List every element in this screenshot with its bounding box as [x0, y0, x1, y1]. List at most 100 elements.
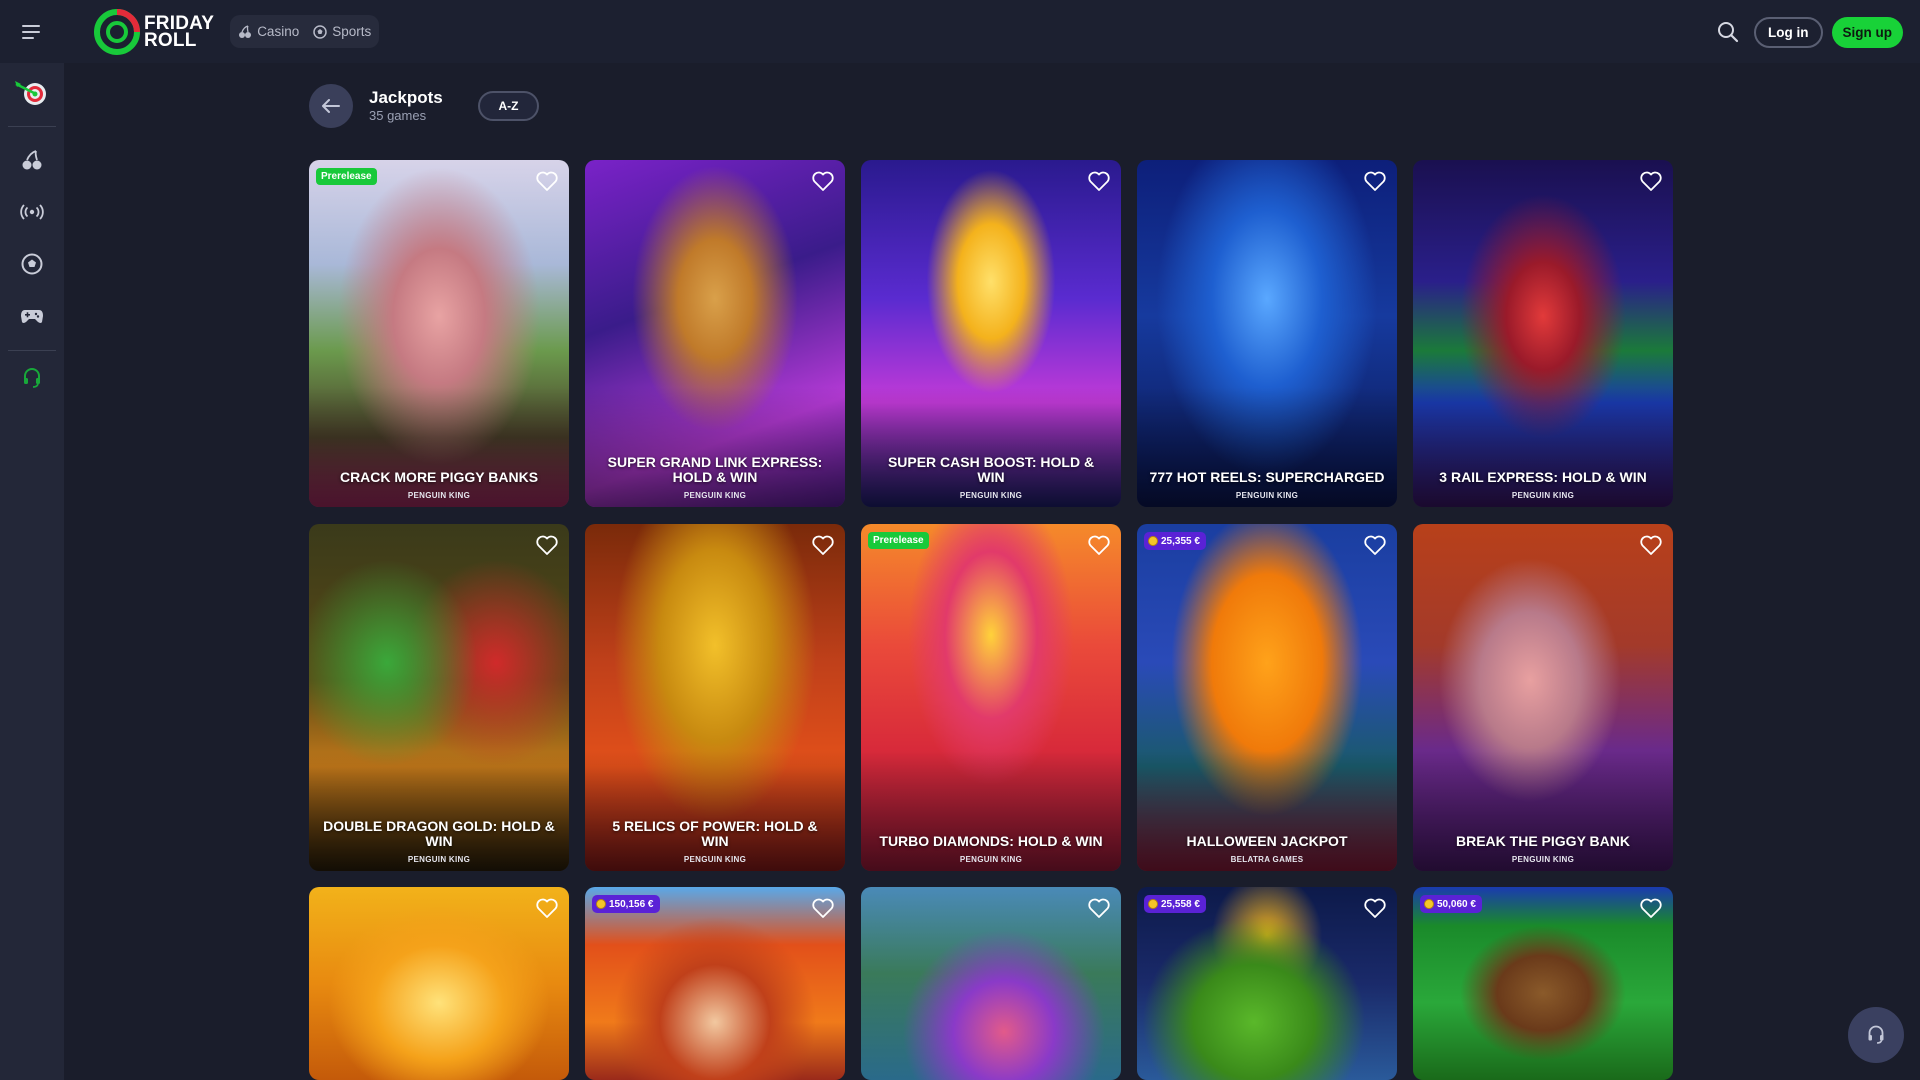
heart-icon[interactable]	[1639, 897, 1663, 919]
jackpot-amount: 25,558 €	[1161, 898, 1200, 910]
coin-icon	[596, 899, 606, 909]
game-artwork	[1413, 887, 1673, 1080]
heart-icon[interactable]	[1363, 534, 1387, 556]
heart-icon[interactable]	[1087, 897, 1111, 919]
jackpot-badge: 50,060 €	[1420, 895, 1482, 913]
support-chat-button[interactable]	[1848, 1007, 1904, 1063]
heart-icon[interactable]	[1087, 170, 1111, 192]
game-provider: PENGUIN KING	[407, 855, 471, 864]
sidebar-item-casino[interactable]	[0, 138, 64, 182]
game-provider: PENGUIN KING	[683, 855, 747, 864]
sidebar-item-home[interactable]	[0, 72, 64, 116]
heart-icon[interactable]	[811, 897, 835, 919]
page-title: Jackpots	[369, 88, 443, 107]
sidebar-item-games[interactable]	[0, 294, 64, 338]
game-title: CRACK MORE PIGGY BANKS	[339, 469, 539, 485]
game-card[interactable]: Prerelease CRACK MORE PIGGY BANKS PENGUI…	[309, 160, 569, 507]
game-provider: PENGUIN KING	[1511, 855, 1575, 864]
game-card[interactable]	[309, 887, 569, 1080]
card-shade	[1413, 751, 1673, 871]
heart-icon[interactable]	[811, 170, 835, 192]
card-shade	[1413, 387, 1673, 507]
game-title: SUPER GRAND LINK EXPRESS: HOLD & WIN	[607, 454, 823, 485]
coin-icon	[1424, 899, 1434, 909]
tab-sports[interactable]: Sports	[313, 24, 371, 39]
football-icon	[21, 253, 43, 275]
back-button[interactable]	[309, 84, 353, 128]
card-shade	[861, 751, 1121, 871]
game-card[interactable]: 3 RAIL EXPRESS: HOLD & WIN PENGUIN KING	[1413, 160, 1673, 507]
heart-icon[interactable]	[535, 170, 559, 192]
product-tabs: Casino Sports	[230, 15, 380, 48]
game-provider: PENGUIN KING	[1511, 491, 1575, 500]
jackpot-amount: 25,355 €	[1161, 535, 1200, 547]
game-card[interactable]: 777 HOT REELS: SUPERCHARGED PENGUIN KING	[1137, 160, 1397, 507]
sidebar-item-support[interactable]	[0, 356, 64, 400]
brand-logo[interactable]: FRIDAY ROLL	[94, 8, 215, 55]
top-bar: FRIDAY ROLL Casino Sports Log in Sign up	[0, 0, 1920, 63]
game-provider: PENGUIN KING	[959, 855, 1023, 864]
cherries-icon	[22, 150, 42, 170]
game-card[interactable]: 25,558 €	[1137, 887, 1397, 1080]
sidebar-divider	[8, 350, 56, 351]
game-title: 777 HOT REELS: SUPERCHARGED	[1149, 469, 1385, 485]
coin-icon	[1148, 899, 1158, 909]
search-button[interactable]	[1711, 15, 1745, 49]
heart-icon[interactable]	[1363, 170, 1387, 192]
sidebar	[0, 63, 64, 1080]
game-card[interactable]: BREAK THE PIGGY BANK PENGUIN KING	[1413, 524, 1673, 871]
sort-button[interactable]: A-Z	[478, 91, 539, 121]
jackpot-badge: 150,156 €	[592, 895, 660, 913]
cherries-icon	[239, 24, 252, 38]
prerelease-badge: Prerelease	[316, 168, 377, 185]
game-artwork	[861, 887, 1121, 1080]
jackpot-amount: 50,060 €	[1437, 898, 1476, 910]
heart-icon[interactable]	[535, 897, 559, 919]
game-provider: PENGUIN KING	[407, 491, 471, 500]
sidebar-item-sports[interactable]	[0, 242, 64, 286]
game-title: BREAK THE PIGGY BANK	[1456, 833, 1630, 849]
account-actions: Log in Sign up	[1711, 15, 1903, 49]
game-provider: PENGUIN KING	[1235, 491, 1299, 500]
game-title: 3 RAIL EXPRESS: HOLD & WIN	[1439, 469, 1647, 485]
game-card[interactable]: 25,355 € HALLOWEEN JACKPOT BELATRA GAMES	[1137, 524, 1397, 871]
game-card[interactable]: 50,060 €	[1413, 887, 1673, 1080]
game-card[interactable]	[861, 887, 1121, 1080]
card-shade	[309, 751, 569, 871]
heart-icon[interactable]	[535, 534, 559, 556]
heart-icon[interactable]	[1639, 534, 1663, 556]
sidebar-divider	[8, 126, 56, 127]
heart-icon[interactable]	[811, 534, 835, 556]
game-title: 5 RELICS OF POWER: HOLD & WIN	[612, 818, 818, 849]
gamepad-icon	[21, 310, 43, 323]
game-card[interactable]: Prerelease TURBO DIAMONDS: HOLD & WIN PE…	[861, 524, 1121, 871]
hamburger-icon	[22, 24, 40, 39]
signup-button[interactable]: Sign up	[1831, 16, 1903, 48]
brand-name: FRIDAY ROLL	[144, 12, 215, 50]
menu-button[interactable]	[0, 0, 64, 63]
heart-icon[interactable]	[1087, 534, 1111, 556]
tab-casino[interactable]: Casino	[238, 24, 299, 39]
game-card[interactable]: DOUBLE DRAGON GOLD: HOLD & WIN PENGUIN K…	[309, 524, 569, 871]
heart-icon[interactable]	[1363, 897, 1387, 919]
jackpot-badge: 25,558 €	[1144, 895, 1206, 913]
game-title: SUPER CASH BOOST: HOLD & WIN	[887, 454, 1095, 485]
dart-board-icon	[15, 81, 46, 105]
game-card[interactable]: SUPER CASH BOOST: HOLD & WIN PENGUIN KIN…	[861, 160, 1121, 507]
heart-icon[interactable]	[1639, 170, 1663, 192]
jackpot-amount: 150,156 €	[609, 898, 654, 910]
game-count: 35 games	[369, 108, 427, 123]
sidebar-item-live[interactable]	[0, 190, 64, 234]
brand-line-1: FRIDAY	[144, 12, 215, 34]
football-icon	[313, 24, 327, 39]
game-artwork	[1137, 887, 1397, 1080]
login-button[interactable]: Log in	[1754, 16, 1823, 48]
search-icon	[1718, 22, 1739, 43]
arrow-left-icon	[322, 99, 340, 113]
card-shade	[309, 387, 569, 507]
game-card[interactable]: 150,156 €	[585, 887, 845, 1080]
game-card[interactable]: SUPER GRAND LINK EXPRESS: HOLD & WIN PEN…	[585, 160, 845, 507]
tab-sports-label: Sports	[332, 24, 372, 39]
game-provider: PENGUIN KING	[683, 491, 747, 500]
game-card[interactable]: 5 RELICS OF POWER: HOLD & WIN PENGUIN KI…	[585, 524, 845, 871]
